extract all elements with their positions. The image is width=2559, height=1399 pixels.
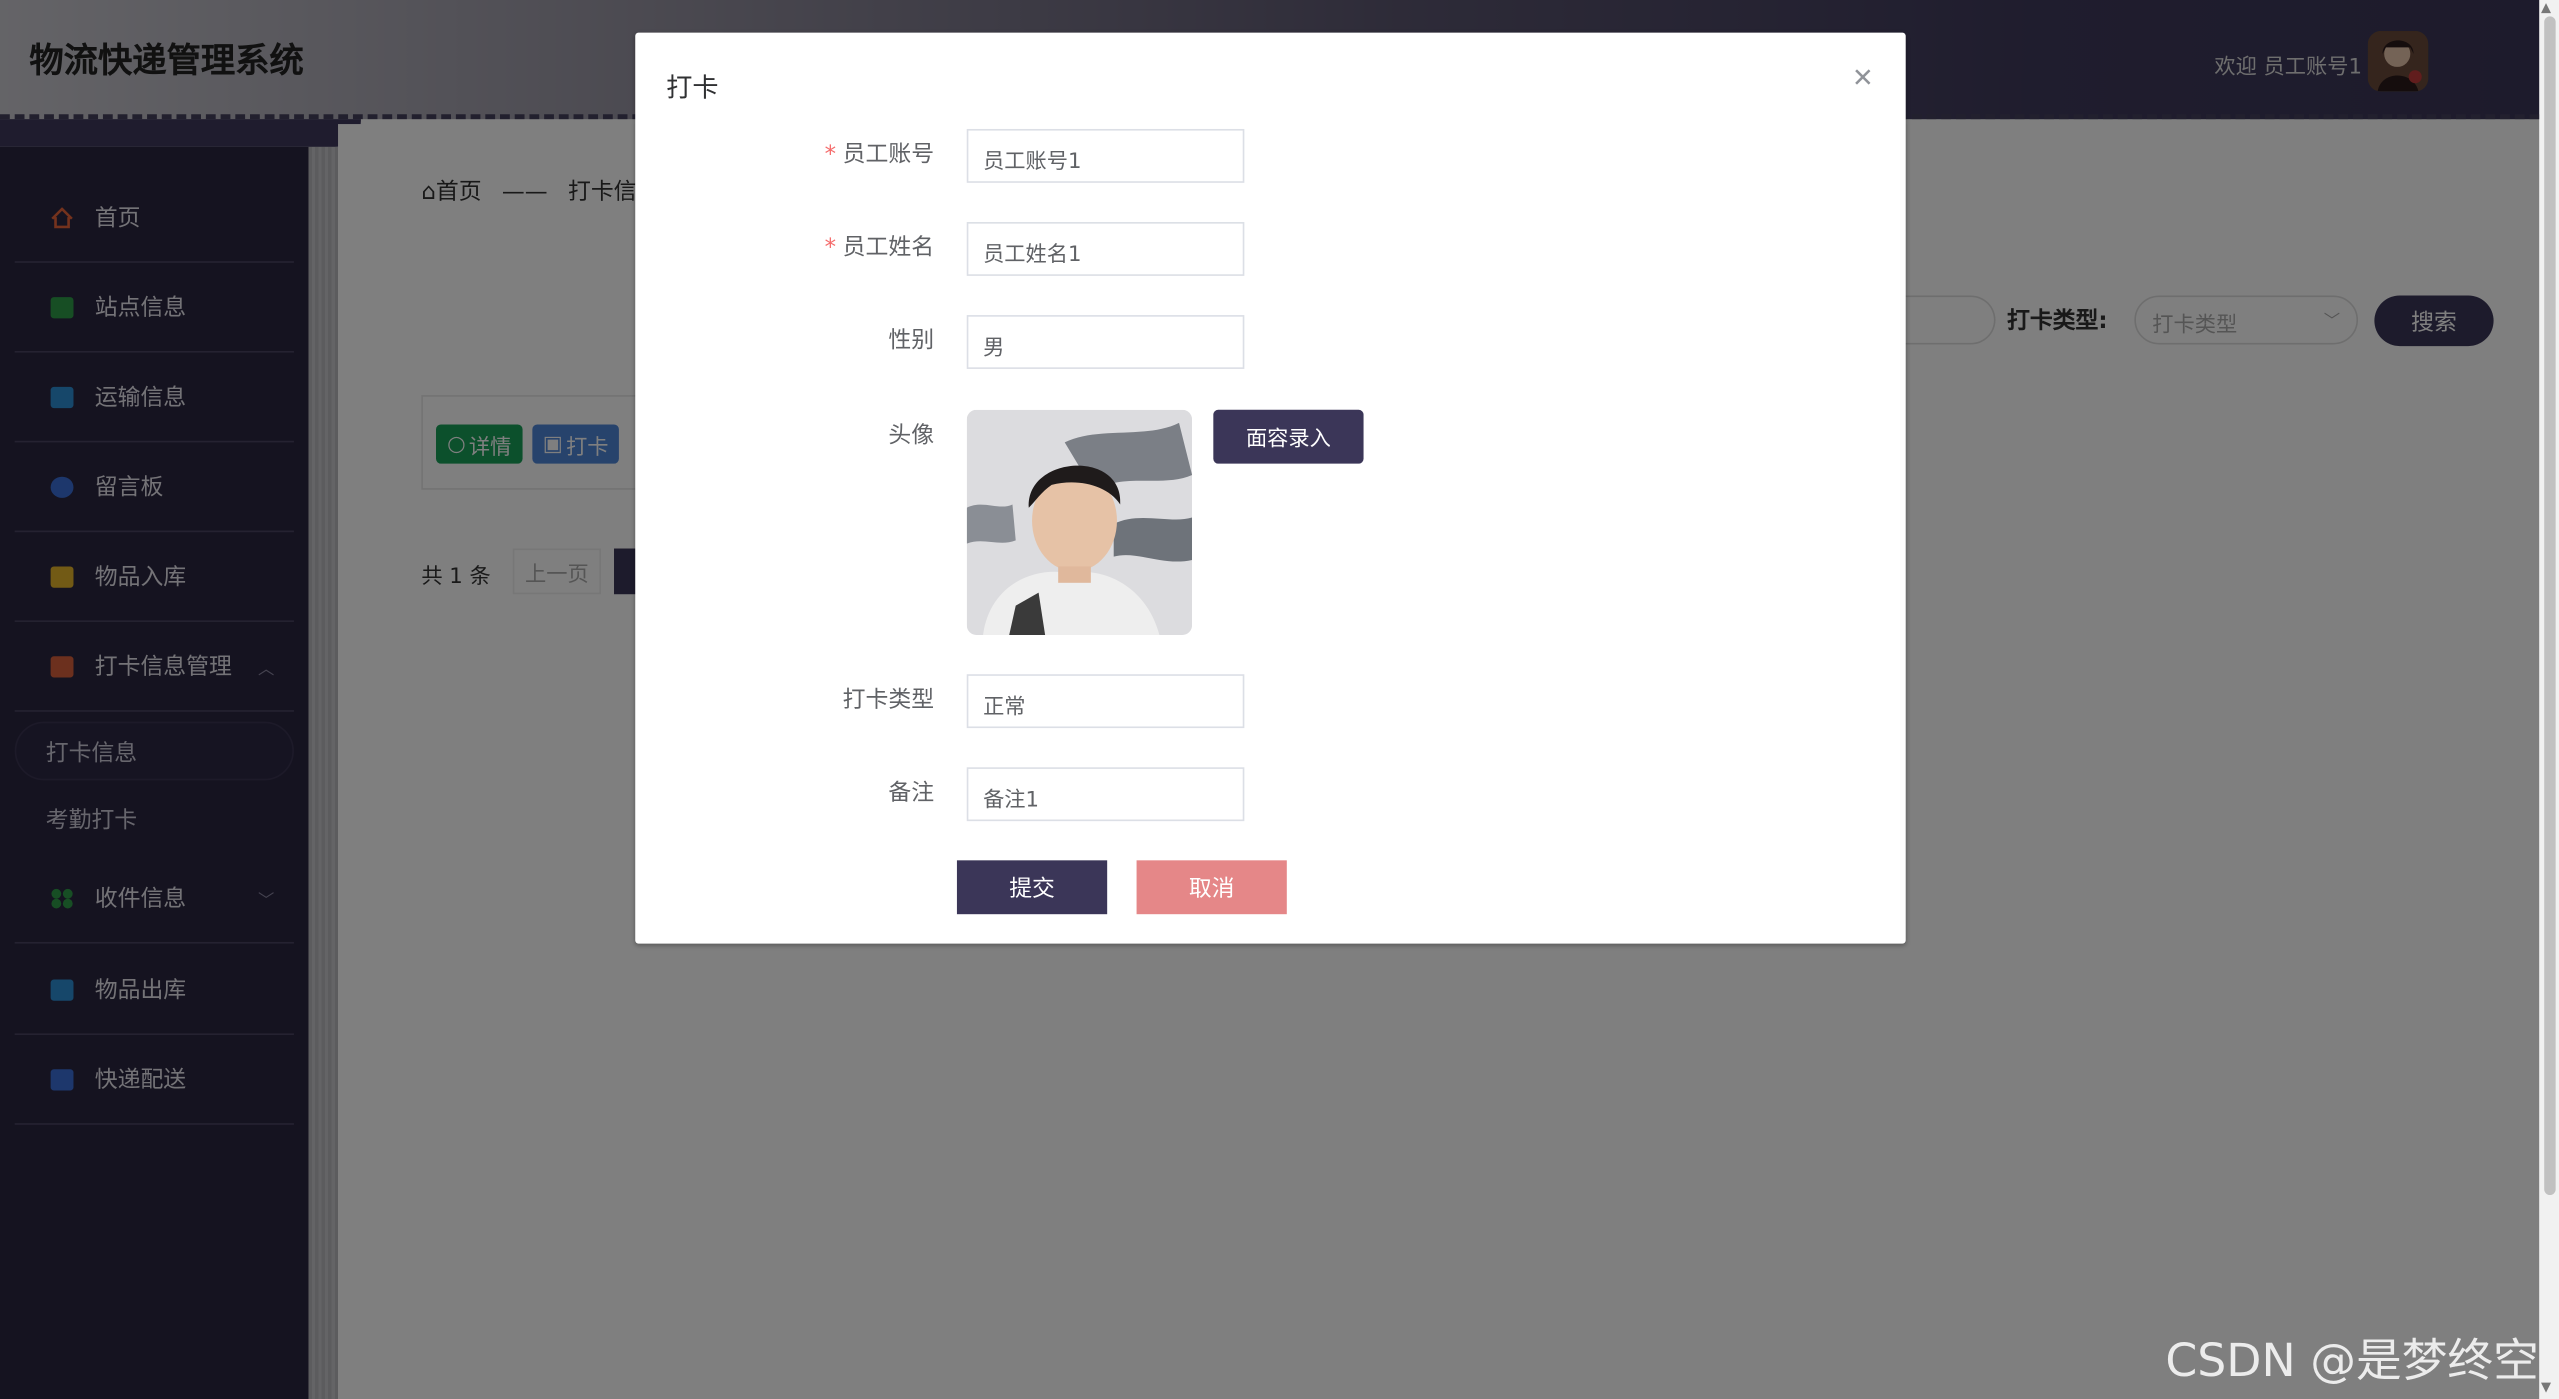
name-label: * 员工姓名 <box>824 235 935 262</box>
close-icon[interactable]: ✕ <box>1852 62 1874 93</box>
clock-type-field[interactable]: 正常 <box>966 674 1245 729</box>
gender-field[interactable]: 男 <box>966 315 1245 369</box>
scroll-up-icon[interactable]: ▲ <box>2541 0 2551 15</box>
submit-button[interactable]: 提交 <box>956 860 1108 915</box>
remark-field[interactable]: 备注1 <box>966 767 1245 822</box>
clock-in-dialog: 打卡 ✕ * 员工账号 员工账号1 * 员工姓名 员工姓名1 性别 男 头像 面容录… <box>635 32 1906 944</box>
name-field[interactable]: 员工姓名1 <box>966 222 1245 276</box>
avatar-label: 头像 <box>888 422 935 449</box>
cancel-button[interactable]: 取消 <box>1136 860 1287 915</box>
gender-label: 性别 <box>888 328 935 355</box>
page-root: 物流快递管理系统 欢迎 员工账号1 首页 站点信息 运输信息 留言板 <box>0 0 2559 1399</box>
scrollbar-thumb[interactable] <box>2544 16 2556 1195</box>
watermark: CSDN @是梦终空 <box>2165 1333 2539 1388</box>
account-label: * 员工账号 <box>824 142 935 169</box>
dialog-title: 打卡 <box>666 71 719 103</box>
clock-type-label: 打卡类型 <box>842 687 935 714</box>
scroll-down-icon[interactable]: ▼ <box>2541 1379 2551 1394</box>
account-field[interactable]: 员工账号1 <box>966 128 1245 183</box>
remark-label: 备注 <box>888 780 935 807</box>
face-enroll-button[interactable]: 面容录入 <box>1213 409 1364 464</box>
avatar-photo[interactable] <box>966 409 1193 636</box>
